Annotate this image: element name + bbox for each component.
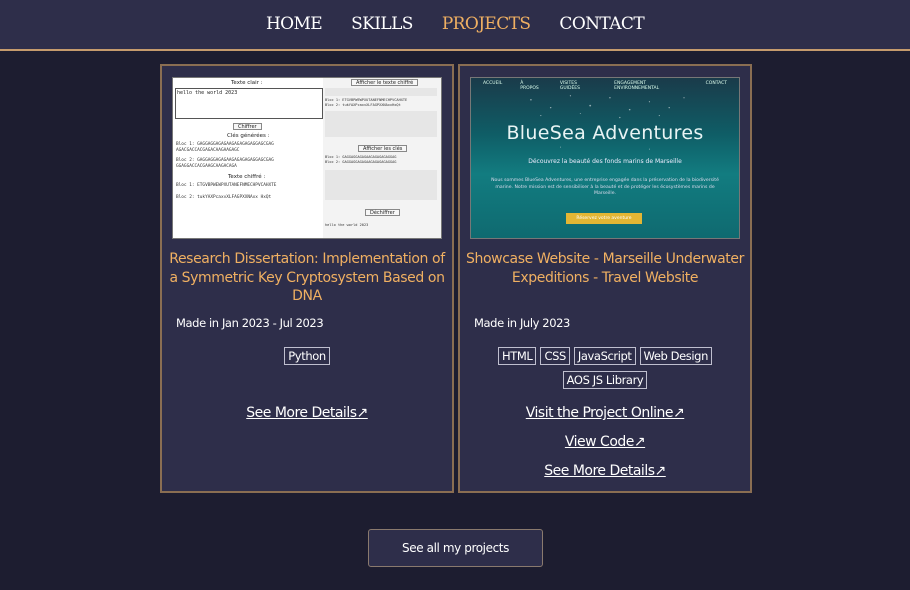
bluesea-nav-item: CONTACT	[705, 81, 727, 86]
project-title: Showcase Website - Marseille Underwater …	[466, 251, 744, 286]
see-more-details-link[interactable]: See More Details↗	[162, 405, 452, 421]
bluesea-paragraph: Nous sommes BlueSea Adventures, une entr…	[491, 178, 719, 196]
project-card-dissertation: Texte clair : hello the world 2023 Chiff…	[160, 64, 454, 493]
right-text-4: Bloc 2: GAGGAGGAGAGAAGAGAGAGAGGAG	[325, 160, 397, 164]
nav-home-link[interactable]: HOME	[266, 14, 323, 36]
bluesea-nav-item: ACCUEIL	[483, 81, 503, 86]
bluesea-subtitle: Découvrez la beauté des fonds marins de …	[528, 158, 682, 165]
grey-box	[325, 111, 437, 137]
bluesea-nav-item: ENGAGEMENT ENVIRONNEMENTAL	[614, 81, 660, 91]
grey-box-2	[325, 170, 437, 200]
tag-python: Python	[284, 347, 330, 365]
bluesea-nav-item: VISITES GUIDÉES	[559, 81, 581, 91]
key-line-4: GGAGGACCACGAAGCAAGACAGA	[176, 163, 237, 169]
tag-javascript: JavaScript	[573, 347, 636, 365]
tag-css: CSS	[540, 347, 570, 365]
cipher-label: Texte chiffré :	[228, 174, 266, 180]
project-title: Research Dissertation: Implementation of…	[169, 251, 445, 304]
project-thumbnail-crypto-app[interactable]: Texte clair : hello the world 2023 Chiff…	[172, 77, 442, 239]
project-thumbnail-bluesea[interactable]: ACCUEIL À PROPOS VISITES GUIDÉES ENGAGEM…	[470, 77, 740, 239]
project-date: Made in July 2023	[474, 316, 570, 330]
see-more-details-link[interactable]: See More Details↗	[460, 463, 750, 479]
keys-label: Clés générées :	[227, 133, 270, 139]
tag-list: Python	[188, 347, 426, 365]
see-all-projects-button[interactable]: See all my projects	[368, 529, 543, 567]
tag-html: HTML	[498, 347, 537, 365]
cipher-line-2: Bloc 2: tukYAXPcaxvXLFAGPXXNAxx HxQt	[176, 195, 272, 200]
top-navbar: HOME SKILLS PROJECTS CONTACT	[0, 0, 910, 51]
cipher-line-1: Bloc 1: ETGVBPWEWPXUTANEFNMECHPVCAHXTE	[176, 183, 277, 188]
visit-project-online-link[interactable]: Visit the Project Online↗	[460, 405, 750, 421]
tag-list: HTML CSS JavaScript Web Design AOS JS Li…	[486, 347, 724, 389]
bluesea-nav: ACCUEIL À PROPOS VISITES GUIDÉES ENGAGEM…	[471, 78, 739, 94]
crypto-app-right-panel: Afficher le texte chiffré Bloc 1: ETGVBP…	[323, 78, 441, 238]
plaintext-label: Texte clair :	[231, 80, 263, 86]
decrypted-text: hello the world 2023	[325, 223, 369, 227]
encrypt-button: Chiffrer	[233, 123, 262, 130]
nav-skills-link[interactable]: SKILLS	[351, 14, 413, 36]
nav-projects-link[interactable]: PROJECTS	[442, 14, 531, 36]
decrypt-button: Déchiffrer	[365, 209, 400, 216]
project-date: Made in Jan 2023 - Jul 2023	[176, 316, 324, 330]
nav-contact-link[interactable]: CONTACT	[559, 14, 644, 36]
bluesea-brand: BlueSea Adventures	[506, 122, 704, 144]
tag-web-design: Web Design	[639, 347, 712, 365]
plaintext-input: hello the world 2023	[175, 88, 323, 119]
grey-bar	[325, 88, 437, 96]
tag-aos-js-library: AOS JS Library	[562, 371, 648, 389]
show-key-button: Afficher les clés	[358, 145, 408, 152]
crypto-app-left-panel: Texte clair : hello the world 2023 Chiff…	[173, 78, 323, 238]
bluesea-nav-item: À PROPOS	[520, 81, 539, 91]
view-code-link[interactable]: View Code↗	[460, 434, 750, 450]
bluesea-cta-button: Réservez votre aventure	[566, 213, 642, 224]
right-text-2: Bloc 2: tukYAXPcaxvXLFAGPXXNAxxHxQt	[325, 103, 401, 107]
show-cipher-button: Afficher le texte chiffré	[351, 79, 419, 86]
project-card-bluesea: ACCUEIL À PROPOS VISITES GUIDÉES ENGAGEM…	[458, 64, 752, 493]
key-line-2: AGACGACCACGAGACAAGAAGAGC	[176, 147, 240, 153]
